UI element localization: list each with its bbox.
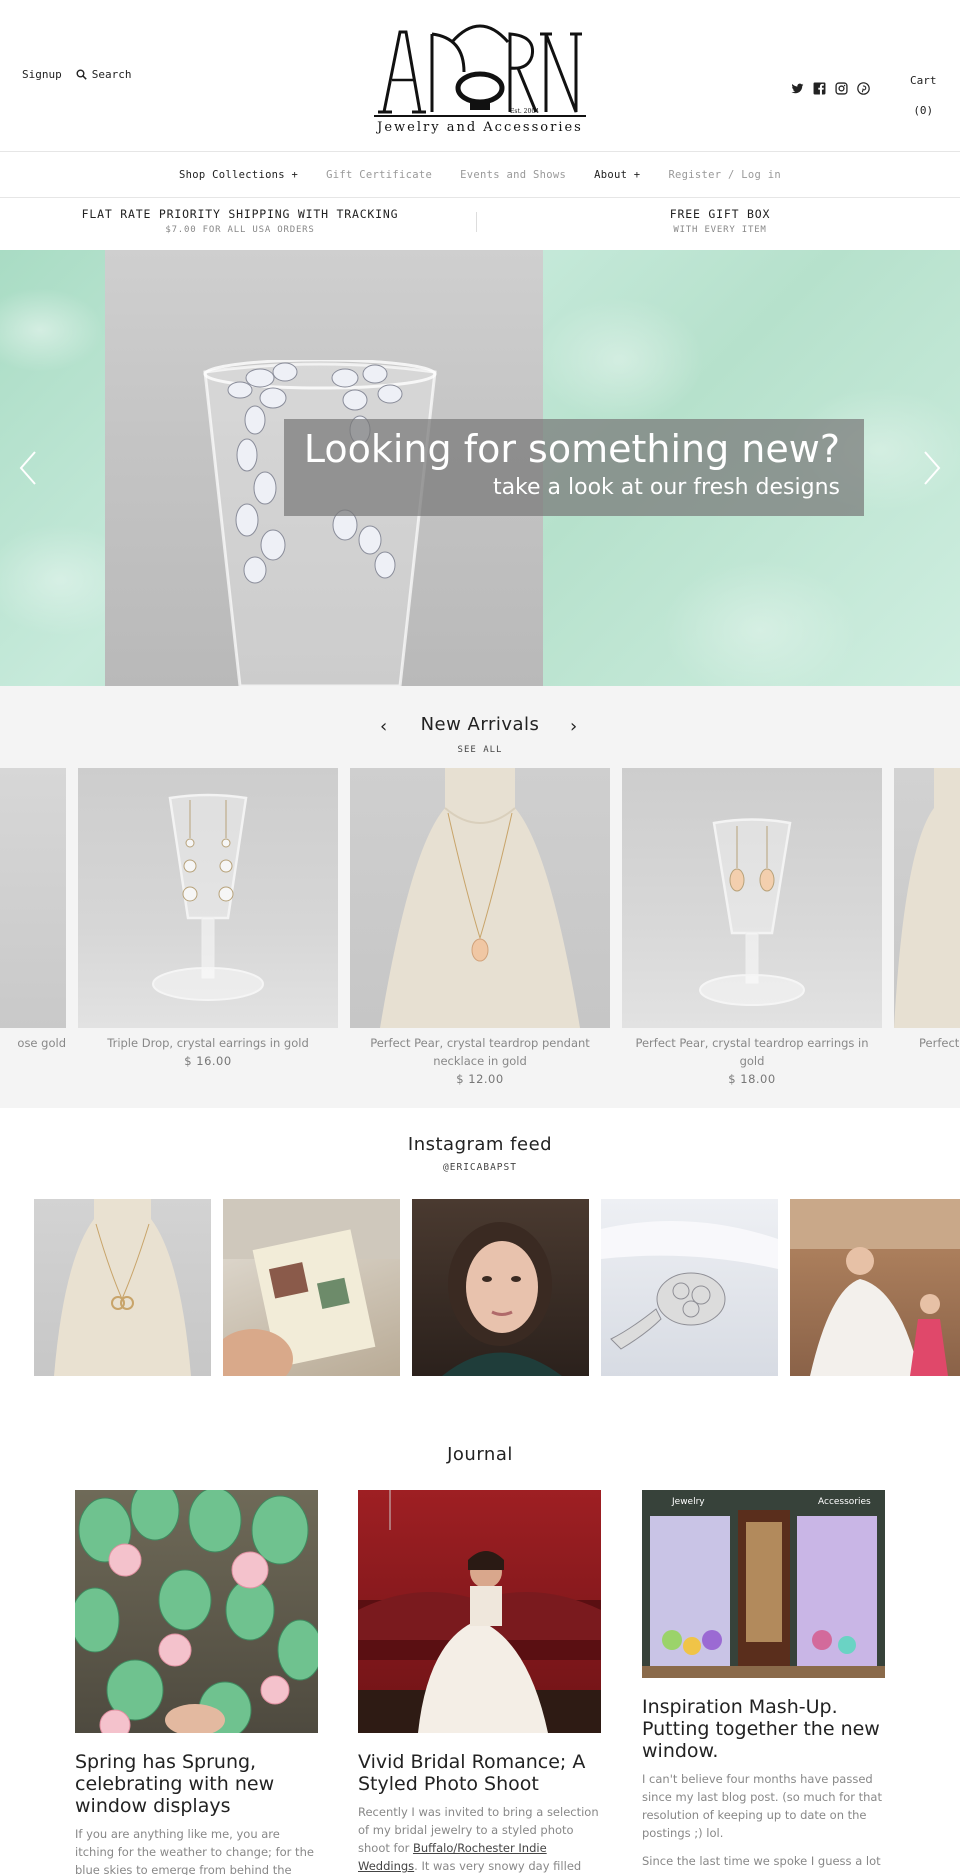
site-logo[interactable]: Est. 2004 Jewelry and Accessories bbox=[360, 12, 600, 140]
instagram-handle[interactable]: @ERICABAPST bbox=[0, 1162, 960, 1173]
hero-glass-earrings bbox=[203, 360, 437, 686]
product-price: $ 12.00 bbox=[456, 1072, 504, 1086]
hero-slideshow[interactable]: Looking for something new? take a look a… bbox=[0, 250, 960, 686]
product-card[interactable]: ose gold bbox=[0, 768, 66, 1052]
product-price: $ 18.00 bbox=[728, 1072, 776, 1086]
site-header: Signup Search Est. 2004 Jewelry and Acce… bbox=[0, 0, 960, 152]
journal-post[interactable]: Jewelry Accessories Inspiration Mash-Up.… bbox=[642, 1490, 885, 1870]
nav-about[interactable]: About + bbox=[580, 169, 654, 181]
nav-events-and-shows[interactable]: Events and Shows bbox=[446, 169, 580, 181]
journal-post[interactable]: Spring has Sprung, celebrating with new … bbox=[75, 1490, 318, 1875]
instagram-post[interactable] bbox=[601, 1199, 778, 1376]
promo-bar: FLAT RATE PRIORITY SHIPPING WITH TRACKIN… bbox=[0, 198, 960, 250]
promo-shipping-sub: $7.00 FOR ALL USA ORDERS bbox=[165, 225, 315, 235]
product-image bbox=[350, 768, 610, 1028]
hero-title: Looking for something new? bbox=[303, 427, 840, 471]
twitter-icon[interactable] bbox=[791, 82, 804, 95]
product-image bbox=[894, 768, 960, 1028]
instagram-post[interactable] bbox=[223, 1199, 400, 1376]
product-price: $ 16.00 bbox=[184, 1054, 232, 1068]
new-arrivals-title: New Arrivals bbox=[420, 714, 540, 735]
journal-post-title[interactable]: Spring has Sprung, celebrating with new … bbox=[75, 1751, 318, 1817]
pinterest-icon[interactable] bbox=[857, 82, 870, 95]
store-sign-accessories: Accessories bbox=[818, 1497, 871, 1507]
promo-gift-box: FREE GIFT BOX WITH EVERY ITEM bbox=[480, 198, 960, 250]
product-image bbox=[0, 768, 66, 1028]
journal-post-title[interactable]: Inspiration Mash-Up. Putting together th… bbox=[642, 1696, 885, 1762]
promo-gift-title: FREE GIFT BOX bbox=[669, 207, 771, 221]
cart-label: Cart bbox=[910, 74, 937, 87]
cart-count: (0) bbox=[913, 104, 934, 117]
header-left-links: Signup Search bbox=[22, 68, 132, 81]
journal-post-excerpt-2: Since the last time we spoke I guess a l… bbox=[642, 1854, 881, 1868]
hero-next-arrow-icon[interactable] bbox=[922, 450, 942, 486]
facebook-icon[interactable] bbox=[813, 82, 826, 95]
store-sign-jewelry: Jewelry bbox=[672, 1497, 705, 1507]
product-image bbox=[78, 768, 338, 1028]
search-label: Search bbox=[91, 68, 132, 81]
see-all-link[interactable]: SEE ALL bbox=[0, 745, 960, 755]
journal-title: Journal bbox=[447, 1444, 513, 1465]
product-name: Perfect Pear, crystal teardrop earrings … bbox=[635, 1036, 869, 1068]
social-links bbox=[791, 82, 870, 95]
product-image bbox=[622, 768, 882, 1028]
product-name: ose gold bbox=[17, 1036, 66, 1050]
hero-prev-arrow-icon[interactable] bbox=[18, 450, 38, 486]
instagram-title: Instagram feed bbox=[407, 1134, 553, 1155]
promo-shipping-title: FLAT RATE PRIORITY SHIPPING WITH TRACKIN… bbox=[81, 207, 399, 221]
journal-post-image bbox=[75, 1490, 318, 1733]
product-card[interactable]: Perfect bbox=[894, 768, 960, 1052]
instagram-post[interactable] bbox=[790, 1199, 960, 1376]
arrivals-prev-chevron-icon[interactable]: ‹ bbox=[380, 716, 387, 737]
journal-post-excerpt: If you are anything like me, you are itc… bbox=[75, 1827, 314, 1875]
search-link[interactable]: Search bbox=[76, 68, 132, 81]
search-icon bbox=[76, 69, 87, 80]
nav-gift-certificate[interactable]: Gift Certificate bbox=[312, 169, 446, 181]
journal-post[interactable]: Vivid Bridal Romance; A Styled Photo Sho… bbox=[358, 1490, 601, 1875]
main-nav: Shop Collections + Gift Certificate Even… bbox=[0, 152, 960, 198]
journal-post-image bbox=[358, 1490, 601, 1733]
new-arrivals-section: ‹ New Arrivals › SEE ALL ose gold Triple… bbox=[0, 686, 960, 1108]
promo-divider bbox=[476, 212, 477, 232]
nav-shop-collections[interactable]: Shop Collections + bbox=[165, 169, 312, 181]
nav-register-login[interactable]: Register / Log in bbox=[654, 169, 795, 181]
instagram-post[interactable] bbox=[412, 1199, 589, 1376]
product-card[interactable]: Triple Drop, crystal earrings in gold $ … bbox=[78, 768, 338, 1070]
product-card[interactable]: Perfect Pear, crystal teardrop pendant n… bbox=[350, 768, 610, 1088]
product-name: Triple Drop, crystal earrings in gold bbox=[107, 1036, 309, 1050]
journal-post-title[interactable]: Vivid Bridal Romance; A Styled Photo Sho… bbox=[358, 1751, 601, 1795]
arrivals-next-chevron-icon[interactable]: › bbox=[570, 716, 577, 737]
journal-post-excerpt: I can't believe four months have passed … bbox=[642, 1772, 882, 1840]
cart-link[interactable]: Cart (0) bbox=[910, 66, 937, 126]
signup-link[interactable]: Signup bbox=[22, 68, 62, 81]
journal-post-excerpt: Recently I was invited to bring a select… bbox=[358, 1803, 601, 1875]
instagram-icon[interactable] bbox=[835, 82, 848, 95]
logo-est: Est. 2004 bbox=[510, 108, 539, 115]
journal-post-image: Jewelry Accessories bbox=[642, 1490, 885, 1678]
product-name: Perfect bbox=[919, 1036, 960, 1050]
promo-gift-sub: WITH EVERY ITEM bbox=[673, 225, 767, 235]
new-arrivals-header: ‹ New Arrivals › SEE ALL bbox=[0, 714, 960, 755]
hero-subtitle: take a look at our fresh designs bbox=[492, 475, 840, 500]
promo-shipping: FLAT RATE PRIORITY SHIPPING WITH TRACKIN… bbox=[0, 198, 480, 250]
product-card[interactable]: Perfect Pear, crystal teardrop earrings … bbox=[622, 768, 882, 1088]
logo-tagline: Jewelry and Accessories bbox=[377, 120, 583, 135]
product-name: Perfect Pear, crystal teardrop pendant n… bbox=[370, 1036, 590, 1068]
hero-caption: Looking for something new? take a look a… bbox=[284, 419, 864, 516]
instagram-post[interactable] bbox=[34, 1199, 211, 1376]
